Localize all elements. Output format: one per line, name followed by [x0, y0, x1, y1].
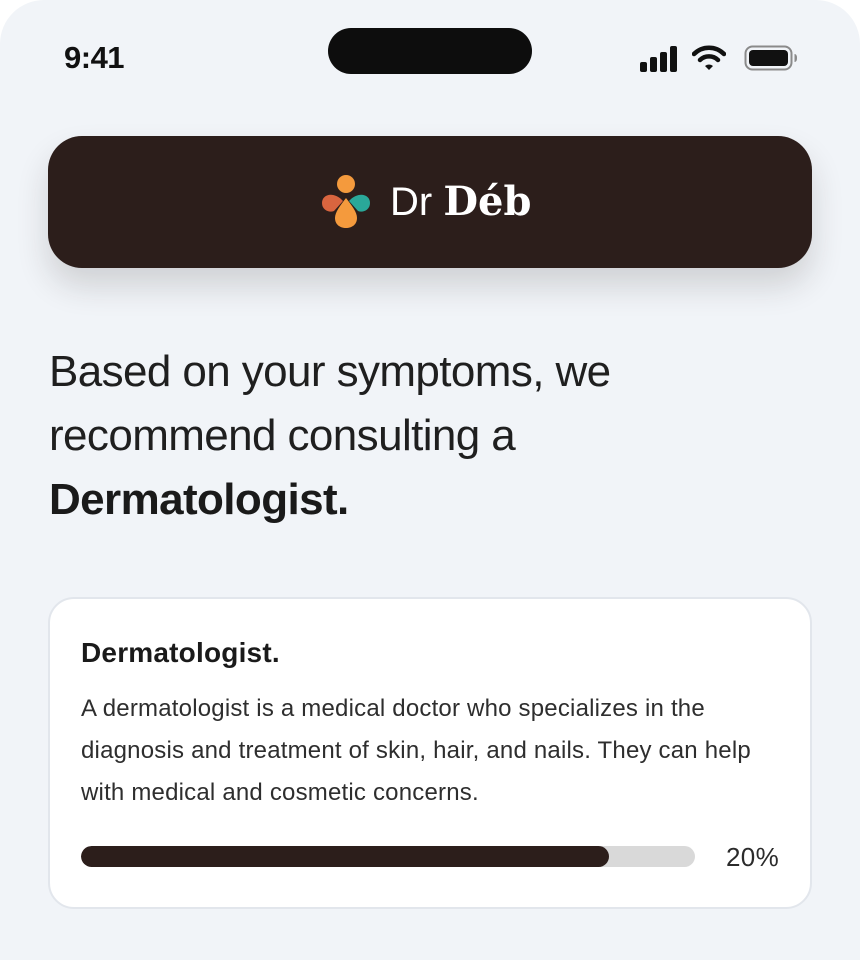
match-progress-fill: [81, 846, 610, 867]
specialist-card[interactable]: Dermatologist. A dermatologist is a medi…: [48, 597, 812, 909]
wifi-icon: [692, 45, 726, 70]
recommendation-headline: Based on your symptoms, we recommend con…: [49, 340, 809, 532]
match-progress-bar: [81, 846, 695, 867]
status-bar: 9:41: [0, 0, 860, 110]
specialist-card-title: Dermatologist.: [81, 637, 280, 668]
phone-screen: 9:41 Dr Déb Based on your symptoms, we r…: [0, 0, 860, 960]
recommendation-text: Based on your symptoms, we recommend con…: [49, 347, 611, 460]
people-logo-icon: [322, 175, 370, 228]
brand-name-bold: Déb: [443, 178, 532, 225]
dynamic-island: [328, 28, 532, 74]
recommended-specialist: Dermatologist.: [49, 475, 349, 524]
specialist-card-description: A dermatologist is a medical doctor who …: [81, 695, 751, 806]
brand-name: Dr Déb: [390, 176, 531, 228]
cellular-signal-icon: [640, 46, 677, 72]
brand-name-regular: Dr: [390, 180, 444, 224]
battery-icon: [744, 45, 797, 71]
status-time: 9:41: [64, 40, 125, 75]
match-progress-label: 20%: [726, 842, 779, 872]
